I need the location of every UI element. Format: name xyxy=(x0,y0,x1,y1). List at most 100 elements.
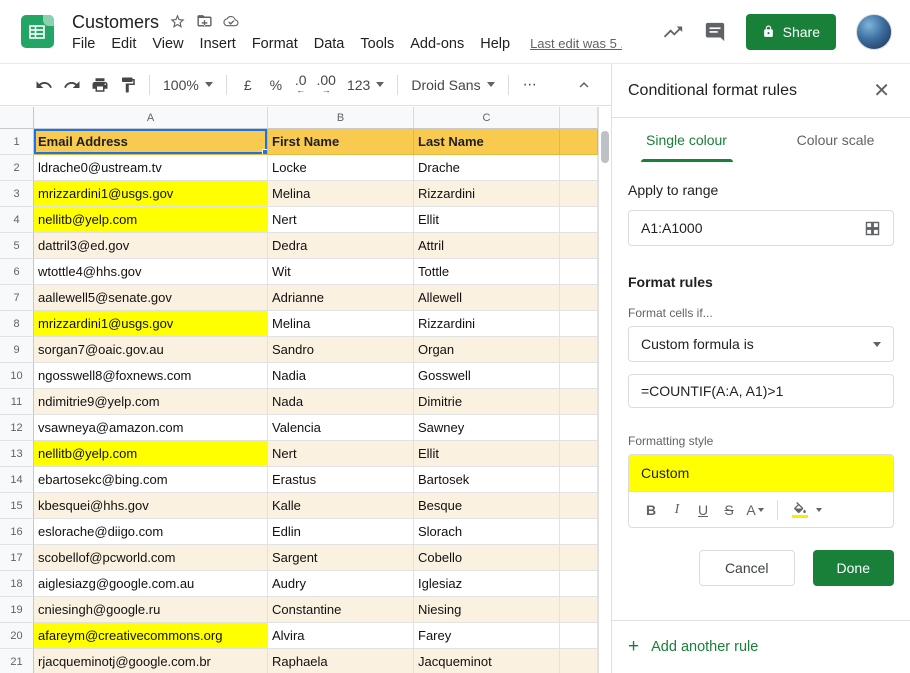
more-formats-control[interactable]: 123 xyxy=(341,72,390,98)
cell-B5[interactable]: Dedra xyxy=(268,233,414,259)
cell-A15[interactable]: kbesquei@hhs.gov xyxy=(34,493,268,519)
last-edit-status[interactable]: Last edit was 5 ... xyxy=(530,36,622,51)
cell-B10[interactable]: Nadia xyxy=(268,363,414,389)
cell-A16[interactable]: eslorache@diigo.com xyxy=(34,519,268,545)
row-header-11[interactable]: 11 xyxy=(0,389,34,415)
cell-A1[interactable]: Email Address xyxy=(34,129,268,155)
row-header-7[interactable]: 7 xyxy=(0,285,34,311)
cell-B2[interactable]: Locke xyxy=(268,155,414,181)
row-header-14[interactable]: 14 xyxy=(0,467,34,493)
row-header-3[interactable]: 3 xyxy=(0,181,34,207)
strikethrough-button[interactable]: S xyxy=(717,498,741,522)
cell-A11[interactable]: ndimitrie9@yelp.com xyxy=(34,389,268,415)
row-header-17[interactable]: 17 xyxy=(0,545,34,571)
cell-B19[interactable]: Constantine xyxy=(268,597,414,623)
row-header-8[interactable]: 8 xyxy=(0,311,34,337)
move-to-folder-icon[interactable] xyxy=(196,13,213,30)
cell-D14[interactable] xyxy=(560,467,598,493)
row-header-16[interactable]: 16 xyxy=(0,519,34,545)
menu-view[interactable]: View xyxy=(144,35,191,53)
row-header-10[interactable]: 10 xyxy=(0,363,34,389)
cell-C14[interactable]: Bartosek xyxy=(414,467,560,493)
cell-C20[interactable]: Farey xyxy=(414,623,560,649)
cell-C13[interactable]: Ellit xyxy=(414,441,560,467)
cell-C17[interactable]: Cobello xyxy=(414,545,560,571)
cell-C3[interactable]: Rizzardini xyxy=(414,181,560,207)
comment-icon[interactable] xyxy=(704,21,726,43)
cell-D13[interactable] xyxy=(560,441,598,467)
document-title[interactable]: Customers xyxy=(72,11,159,33)
menu-file[interactable]: File xyxy=(72,35,103,53)
cell-D17[interactable] xyxy=(560,545,598,571)
cell-A21[interactable]: rjacqueminotj@google.com.br xyxy=(34,649,268,673)
cell-C9[interactable]: Organ xyxy=(414,337,560,363)
cell-D15[interactable] xyxy=(560,493,598,519)
cell-C5[interactable]: Attril xyxy=(414,233,560,259)
underline-button[interactable]: U xyxy=(691,498,715,522)
column-header-D[interactable] xyxy=(560,107,598,129)
menu-add-ons[interactable]: Add-ons xyxy=(402,35,472,53)
cell-D2[interactable] xyxy=(560,155,598,181)
cell-B21[interactable]: Raphaela xyxy=(268,649,414,673)
row-header-4[interactable]: 4 xyxy=(0,207,34,233)
cell-C12[interactable]: Sawney xyxy=(414,415,560,441)
insights-icon[interactable] xyxy=(662,21,684,43)
tab-colour-scale[interactable]: Colour scale xyxy=(761,118,910,162)
cell-D19[interactable] xyxy=(560,597,598,623)
cell-C21[interactable]: Jacqueminot xyxy=(414,649,560,673)
done-button[interactable]: Done xyxy=(813,550,894,586)
cell-B16[interactable]: Edlin xyxy=(268,519,414,545)
cell-B17[interactable]: Sargent xyxy=(268,545,414,571)
row-header-18[interactable]: 18 xyxy=(0,571,34,597)
row-header-19[interactable]: 19 xyxy=(0,597,34,623)
cell-D18[interactable] xyxy=(560,571,598,597)
cell-B14[interactable]: Erastus xyxy=(268,467,414,493)
cell-A9[interactable]: sorgan7@oaic.gov.au xyxy=(34,337,268,363)
cell-B1[interactable]: First Name xyxy=(268,129,414,155)
cell-A3[interactable]: mrizzardini1@usgs.gov xyxy=(34,181,268,207)
row-header-12[interactable]: 12 xyxy=(0,415,34,441)
bold-button[interactable]: B xyxy=(639,498,663,522)
cell-B8[interactable]: Melina xyxy=(268,311,414,337)
cell-D16[interactable] xyxy=(560,519,598,545)
cell-C6[interactable]: Tottle xyxy=(414,259,560,285)
cell-D21[interactable] xyxy=(560,649,598,673)
cell-B9[interactable]: Sandro xyxy=(268,337,414,363)
row-header-1[interactable]: 1 xyxy=(0,129,34,155)
scrollbar-thumb[interactable] xyxy=(601,131,609,163)
cell-D1[interactable] xyxy=(560,129,598,155)
menu-help[interactable]: Help xyxy=(472,35,518,53)
cell-B3[interactable]: Melina xyxy=(268,181,414,207)
vertical-scrollbar[interactable] xyxy=(598,107,611,673)
tab-single-colour[interactable]: Single colour xyxy=(612,118,761,162)
select-range-icon[interactable] xyxy=(864,220,881,237)
row-header-20[interactable]: 20 xyxy=(0,623,34,649)
text-color-button[interactable]: A xyxy=(743,498,767,522)
cell-B18[interactable]: Audry xyxy=(268,571,414,597)
cell-D4[interactable] xyxy=(560,207,598,233)
menu-edit[interactable]: Edit xyxy=(103,35,144,53)
column-header-B[interactable]: B xyxy=(268,107,414,129)
cell-C7[interactable]: Allewell xyxy=(414,285,560,311)
row-header-5[interactable]: 5 xyxy=(0,233,34,259)
print-button[interactable] xyxy=(87,72,113,98)
cancel-button[interactable]: Cancel xyxy=(699,550,795,586)
italic-button[interactable]: I xyxy=(665,498,689,522)
menu-tools[interactable]: Tools xyxy=(352,35,402,53)
fill-color-button[interactable] xyxy=(788,498,812,522)
cell-B4[interactable]: Nert xyxy=(268,207,414,233)
cell-A2[interactable]: ldrache0@ustream.tv xyxy=(34,155,268,181)
cell-C19[interactable]: Niesing xyxy=(414,597,560,623)
format-currency-button[interactable]: £ xyxy=(235,72,261,98)
star-icon[interactable] xyxy=(169,13,186,30)
account-avatar[interactable] xyxy=(856,14,892,50)
cell-A17[interactable]: scobellof@pcworld.com xyxy=(34,545,268,571)
row-header-13[interactable]: 13 xyxy=(0,441,34,467)
format-percent-button[interactable]: % xyxy=(263,72,289,98)
cell-A8[interactable]: mrizzardini1@usgs.gov xyxy=(34,311,268,337)
cell-D3[interactable] xyxy=(560,181,598,207)
cell-C2[interactable]: Drache xyxy=(414,155,560,181)
cell-A7[interactable]: aallewell5@senate.gov xyxy=(34,285,268,311)
cell-B11[interactable]: Nada xyxy=(268,389,414,415)
cell-C11[interactable]: Dimitrie xyxy=(414,389,560,415)
